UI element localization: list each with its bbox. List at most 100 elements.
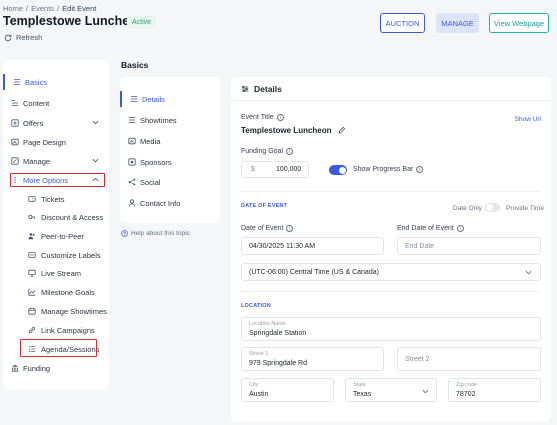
funding-goal-input[interactable]: $ 100,000 bbox=[241, 161, 309, 178]
tab-showtimes[interactable]: Showtimes bbox=[120, 112, 220, 128]
tab-details[interactable]: Details bbox=[120, 91, 220, 107]
show-progress-bar-text: Show Progress Bar bbox=[353, 166, 414, 173]
city-label: City bbox=[249, 382, 259, 388]
help-icon bbox=[121, 230, 128, 237]
info-icon[interactable]: i bbox=[416, 166, 424, 173]
page-title: Templestowe Luncheon bbox=[3, 14, 145, 28]
help-link[interactable]: Help about this topic bbox=[121, 230, 190, 237]
sidebar-item-label: Funding bbox=[23, 363, 51, 373]
show-progress-bar-toggle[interactable] bbox=[329, 165, 347, 175]
left-sidebar: Basics Content Offers Page Design Manage… bbox=[3, 60, 109, 390]
sidebar-subitem-label: Milestone Goals bbox=[41, 288, 95, 297]
tab-sponsors[interactable]: Sponsors bbox=[120, 154, 220, 170]
state-value: Texas bbox=[353, 391, 372, 398]
event-title: Templestowe Luncheon bbox=[241, 126, 345, 135]
location-name-label: Location Name bbox=[249, 321, 286, 327]
details-card: Details Event Title i Show Url Templesto… bbox=[231, 77, 551, 422]
street1-label: Street 1 bbox=[249, 351, 269, 357]
sidebar-subitem-discount-access[interactable]: Discount & Access bbox=[3, 209, 109, 225]
breadcrumb-events[interactable]: Events bbox=[31, 4, 54, 13]
sidebar-subitem-peer-to-peer[interactable]: Peer-to-Peer bbox=[3, 228, 109, 244]
info-icon[interactable]: i bbox=[276, 114, 284, 121]
list-icon bbox=[130, 95, 138, 103]
info-icon[interactable]: i bbox=[286, 225, 294, 232]
tab-label: Showtimes bbox=[140, 116, 177, 125]
sidebar-item-offers[interactable]: Offers bbox=[3, 115, 109, 131]
currency-symbol: $ bbox=[251, 166, 255, 173]
sidebar-item-content[interactable]: Content bbox=[3, 95, 109, 111]
city-input[interactable]: City Austin bbox=[241, 378, 334, 402]
sidebar-item-label: Basics bbox=[25, 77, 48, 87]
tab-label: Sponsors bbox=[140, 158, 172, 167]
details-title: Details bbox=[254, 84, 282, 94]
sidebar-item-label: Offers bbox=[23, 118, 44, 128]
sidebar-subitem-link-campaigns[interactable]: Link Campaigns bbox=[3, 322, 109, 338]
chevron-down-icon bbox=[525, 270, 532, 275]
status-badge: Active bbox=[127, 16, 157, 29]
provide-time-toggle[interactable] bbox=[484, 203, 500, 212]
zip-value: 78702 bbox=[456, 391, 476, 398]
sidebar-item-manage[interactable]: Manage bbox=[3, 153, 109, 169]
sidebar-item-basics[interactable]: Basics bbox=[3, 74, 109, 90]
tab-label: Contact Info bbox=[140, 199, 181, 208]
location-name-input[interactable]: Location Name Springdale Station bbox=[241, 317, 541, 341]
tab-media[interactable]: Media bbox=[120, 133, 220, 149]
highlight-agenda-sessions bbox=[20, 339, 97, 357]
date-only-label: Date Only bbox=[453, 205, 482, 212]
sidebar-subitem-label: Peer-to-Peer bbox=[41, 232, 84, 241]
state-select[interactable]: State Texas bbox=[345, 378, 437, 402]
sidebar-subitem-label: Customize Labels bbox=[41, 251, 101, 260]
zip-input[interactable]: Zip code 78702 bbox=[448, 378, 541, 402]
end-date-label: End Date of Event i bbox=[397, 225, 464, 232]
tab-contact-info[interactable]: Contact Info bbox=[120, 195, 220, 211]
zip-label: Zip code bbox=[456, 382, 478, 388]
tab-label: Media bbox=[140, 137, 161, 146]
date-of-event-label-text: Date of Event bbox=[241, 225, 284, 232]
divider bbox=[241, 291, 541, 292]
sidebar-item-page-design[interactable]: Page Design bbox=[3, 134, 109, 150]
refresh-button[interactable]: Refresh bbox=[4, 33, 42, 42]
manage-button[interactable]: MANAGE bbox=[436, 13, 479, 33]
auction-button[interactable]: AUCTION bbox=[380, 13, 425, 33]
sidebar-subitem-label: Manage Showtimes bbox=[41, 307, 107, 316]
sidebar-subitem-manage-showtimes[interactable]: Manage Showtimes bbox=[3, 303, 109, 319]
sidebar-subitem-label: Live Stream bbox=[41, 269, 82, 278]
end-date-input[interactable]: End Date bbox=[397, 237, 541, 255]
divider bbox=[241, 191, 541, 192]
street1-input[interactable]: Street 1 979 Springdale Rd bbox=[241, 347, 384, 371]
chevron-down-icon bbox=[92, 120, 99, 125]
offers-icon bbox=[11, 119, 19, 127]
refresh-icon bbox=[4, 34, 12, 42]
pencil-icon[interactable] bbox=[338, 127, 345, 134]
tab-social[interactable]: Social bbox=[120, 174, 220, 190]
state-label: State bbox=[353, 382, 366, 388]
tab-label: Details bbox=[142, 95, 165, 104]
show-url-link[interactable]: Show Url bbox=[515, 116, 541, 123]
date-of-event-input[interactable]: 04/30/2025 11:30 AM bbox=[241, 237, 384, 255]
sidebar-subitem-label: Link Campaigns bbox=[41, 326, 95, 335]
view-webpage-button[interactable]: View Webpage bbox=[489, 13, 549, 33]
street2-input[interactable]: Street 2 bbox=[397, 347, 541, 371]
location-name-value: Springdale Station bbox=[249, 330, 307, 337]
breadcrumb-separator: / bbox=[57, 4, 60, 13]
sidebar-subitem-milestone-goals[interactable]: Milestone Goals bbox=[3, 284, 109, 300]
sidebar-item-funding[interactable]: Funding bbox=[3, 360, 109, 376]
tab-label: Social bbox=[140, 178, 161, 187]
end-date-placeholder: End Date bbox=[405, 243, 435, 250]
list-icon bbox=[13, 78, 21, 86]
chevron-down-icon bbox=[422, 389, 429, 394]
info-icon[interactable]: i bbox=[286, 148, 294, 155]
image-icon bbox=[11, 138, 19, 146]
street2-placeholder: Street 2 bbox=[405, 356, 430, 363]
sidebar-subitem-live-stream[interactable]: Live Stream bbox=[3, 265, 109, 281]
basics-nav: Details Showtimes Media Sponsors Social … bbox=[120, 77, 220, 223]
badge-icon bbox=[128, 158, 136, 166]
timezone-select[interactable]: (UTC-06:00) Central Time (US & Canada) bbox=[241, 263, 541, 281]
info-icon[interactable]: i bbox=[456, 225, 464, 232]
date-section-title: DATE OF EVENT bbox=[241, 203, 288, 209]
chart-icon bbox=[28, 288, 36, 296]
sidebar-subitem-customize-labels[interactable]: Customize Labels bbox=[3, 247, 109, 263]
breadcrumb-home[interactable]: Home bbox=[3, 4, 23, 13]
sidebar-subitem-tickets[interactable]: Tickets bbox=[3, 191, 109, 207]
sidebar-subitem-label: Discount & Access bbox=[41, 213, 104, 222]
